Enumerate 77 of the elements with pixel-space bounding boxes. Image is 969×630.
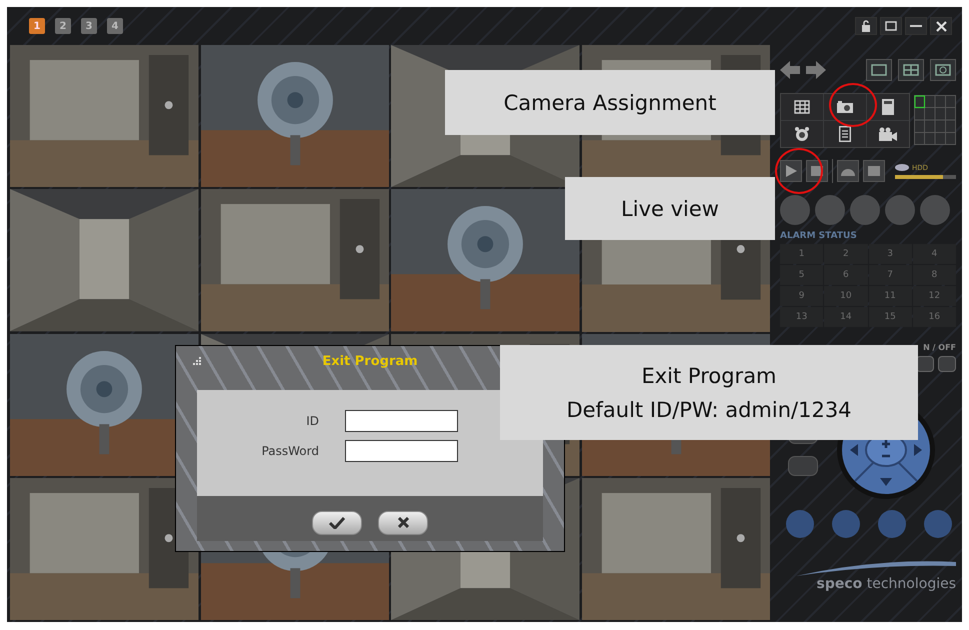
right-arrow-icon[interactable] (806, 61, 826, 79)
alarm-channel: 13 (780, 307, 824, 327)
grid-icon (903, 64, 919, 76)
disk-icon (895, 164, 909, 171)
alarm-channel: 3 (868, 244, 912, 264)
cancel-button[interactable] (378, 510, 428, 534)
brand-logo: speco technologies (816, 576, 956, 592)
split-screen-button[interactable] (781, 94, 823, 120)
input-field[interactable] (345, 410, 458, 432)
minimize-button[interactable] (905, 17, 927, 35)
hdd-usage-bar (895, 174, 956, 178)
record-button[interactable] (837, 160, 859, 182)
alarm-channel: 11 (868, 286, 912, 306)
left-arrow-icon[interactable] (780, 61, 800, 79)
page-tab[interactable]: 3 (81, 18, 97, 34)
on-off-label: N / OFF (923, 343, 956, 352)
stop-icon (868, 166, 880, 176)
callout-text: Live view (621, 196, 719, 220)
check-icon (329, 516, 345, 528)
list-icon (839, 126, 851, 142)
restore-button[interactable] (880, 17, 902, 35)
callout-text: Default ID/PW: admin/1234 (566, 398, 852, 422)
alarm-channel: 15 (868, 307, 912, 327)
grid-icon (794, 100, 810, 114)
dome-icon (841, 166, 855, 176)
dialog-title: Exit Program (322, 354, 418, 368)
highlight-circle (775, 148, 823, 194)
alarm-channel: 10 (824, 286, 868, 306)
page-tab[interactable]: 2 (55, 18, 71, 34)
alarm-channel: 6 (824, 265, 868, 285)
field-label: PassWord (260, 444, 319, 458)
alarm-channel: 7 (868, 265, 912, 285)
swoosh-icon (796, 560, 956, 576)
calculator-button[interactable] (867, 94, 909, 120)
single-view-button[interactable] (866, 59, 892, 81)
view-button[interactable] (930, 59, 956, 81)
grip-icon (191, 357, 201, 365)
minimize-icon (910, 24, 922, 28)
alarm-channel: 4 (912, 244, 956, 264)
alarm-channel: 9 (780, 286, 824, 306)
alarm-channel: 8 (912, 265, 956, 285)
alarm-channel: 12 (912, 286, 956, 306)
input-field[interactable] (345, 440, 458, 462)
alarm-clock-button[interactable] (781, 120, 823, 146)
stop-button[interactable] (806, 160, 828, 182)
quad-view-button[interactable] (898, 59, 924, 81)
page-tab[interactable]: 1 (29, 18, 45, 34)
camera-icon (836, 100, 854, 114)
field-label: ID (305, 414, 319, 428)
page-tab[interactable]: 4 (107, 18, 123, 34)
video-camera-button[interactable] (867, 120, 909, 146)
alarm-channel: 2 (824, 244, 868, 264)
square-icon (871, 64, 887, 76)
close-button[interactable] (930, 17, 952, 35)
alarm-channel: 1 (780, 244, 824, 264)
video-camera-icon (879, 126, 897, 140)
circle-frame-icon (935, 64, 951, 76)
list-button[interactable] (824, 120, 866, 146)
close-icon (936, 20, 946, 32)
close-icon (398, 517, 408, 528)
alarm-channel: 5 (780, 265, 824, 285)
calculator-icon (882, 98, 894, 114)
camera-assignment-button[interactable] (824, 94, 866, 120)
alarm-channel: 14 (824, 307, 868, 327)
lock-icon (861, 20, 871, 32)
lock-button[interactable] (855, 17, 877, 35)
live-view-button[interactable] (780, 160, 802, 182)
callout-text: Camera Assignment (504, 90, 716, 114)
highlight-circle (829, 83, 877, 127)
channel-grid-icon[interactable] (914, 95, 956, 145)
alarm-status-title: ALARM STATUS (780, 231, 858, 241)
callout-text: Exit Program (641, 364, 777, 388)
setup-button[interactable] (863, 160, 885, 182)
ok-button[interactable] (312, 510, 362, 534)
alarm-channel: 16 (912, 307, 956, 327)
play-icon (784, 164, 798, 178)
window-icon (885, 21, 897, 31)
